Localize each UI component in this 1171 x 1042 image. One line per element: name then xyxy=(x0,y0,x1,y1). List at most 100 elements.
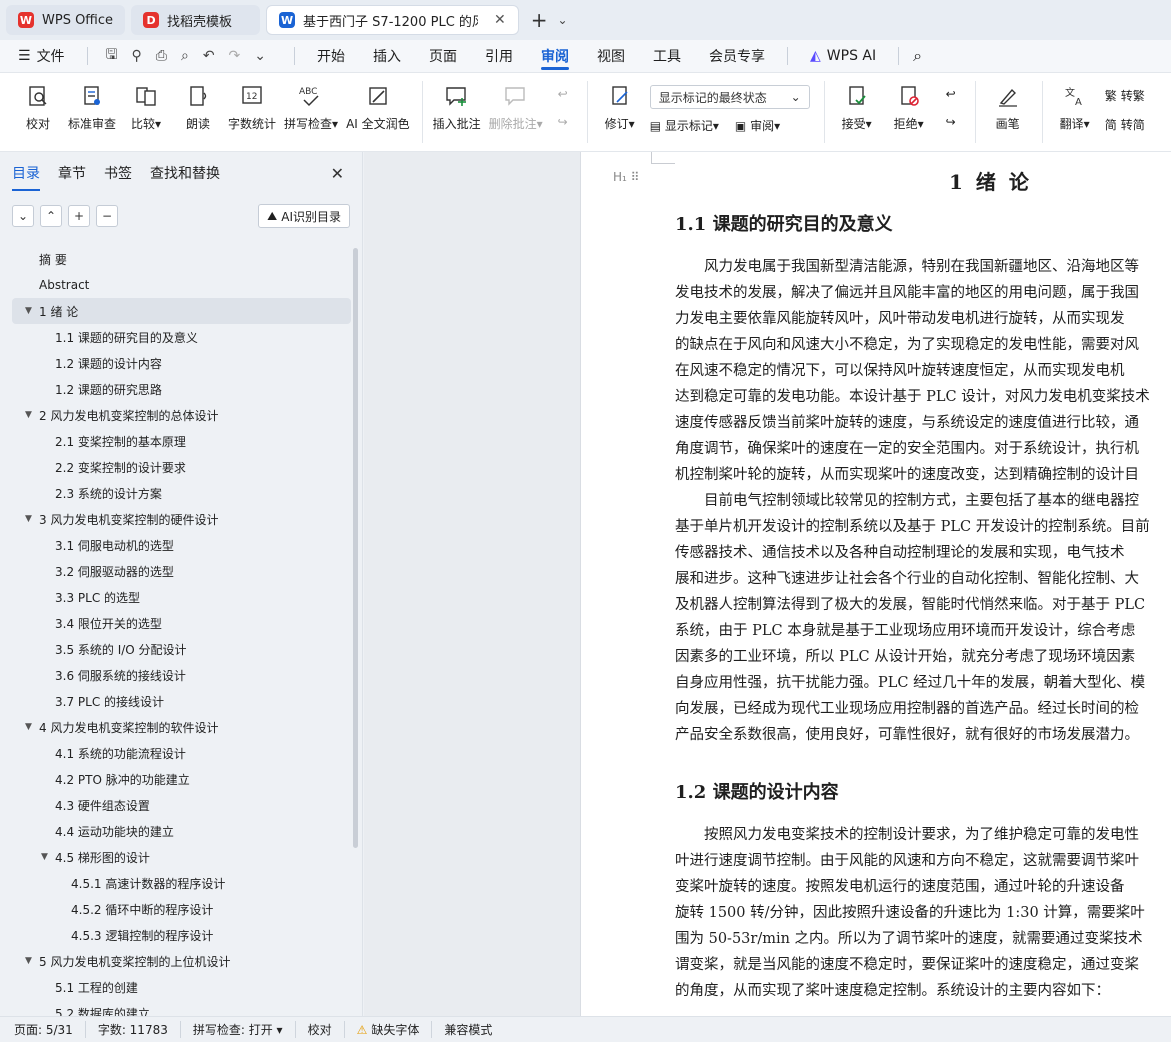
menu-references[interactable]: 引用 xyxy=(471,40,527,72)
toc-item[interactable]: 2.3 系统的设计方案 xyxy=(0,480,355,506)
heading-handle-icon[interactable]: H₁ ⠿ xyxy=(613,170,639,184)
expand-caret-icon[interactable]: ▼ xyxy=(25,410,39,420)
toc-item[interactable]: ▼ 4.5 梯形图的设计 xyxy=(0,844,355,870)
toc-item[interactable]: 4.5.1 高速计数器的程序设计 xyxy=(0,870,355,896)
link-icon[interactable]: ⚲ xyxy=(132,48,142,64)
read-aloud-button[interactable]: 朗读 xyxy=(176,73,220,151)
menu-insert[interactable]: 插入 xyxy=(359,40,415,72)
ai-polish-button[interactable]: AI 全文润色 xyxy=(346,73,410,151)
previous-comment-icon[interactable]: ↩ xyxy=(558,87,568,101)
toc-item[interactable]: 3.5 系统的 I/O 分配设计 xyxy=(0,636,355,662)
menu-view[interactable]: 视图 xyxy=(583,40,639,72)
review-pane-button[interactable]: ▣ 审阅▾ xyxy=(735,117,780,134)
toc-item[interactable]: Abstract xyxy=(0,272,355,298)
expand-caret-icon[interactable]: ▼ xyxy=(25,956,39,966)
collapse-icon[interactable]: ⌄ xyxy=(12,205,34,227)
toc-item[interactable]: ▼ 2 风力发电机变桨控制的总体设计 xyxy=(0,402,355,428)
document-page[interactable]: H₁ ⠿ 1 绪 论 1.1 课题的研究目的及意义 风力发电属于我国新型清洁能源… xyxy=(580,152,1171,1016)
standard-review-button[interactable]: 标准审查 xyxy=(68,73,116,151)
expand-caret-icon[interactable]: ▼ xyxy=(25,722,39,732)
toc-item[interactable]: 4.2 PTO 脉冲的功能建立 xyxy=(0,766,355,792)
toc-item[interactable]: 2.2 变桨控制的设计要求 xyxy=(0,454,355,480)
toc-item[interactable]: ▼ 1 绪 论 xyxy=(12,298,351,324)
to-simplified-button[interactable]: 简转简 xyxy=(1105,116,1145,133)
menu-page[interactable]: 页面 xyxy=(415,40,471,72)
compare-button[interactable]: 比较▾ xyxy=(124,73,168,151)
expand-caret-icon[interactable]: ▼ xyxy=(25,306,39,316)
toc-item[interactable]: 4.5.2 循环中断的程序设计 xyxy=(0,896,355,922)
missing-font-indicator[interactable]: ⚠ 缺失字体 xyxy=(345,1021,433,1038)
remove-heading-icon[interactable]: − xyxy=(96,205,118,227)
reject-button[interactable]: 拒绝▾ xyxy=(887,73,931,151)
add-heading-icon[interactable]: + xyxy=(68,205,90,227)
wps-ai-button[interactable]: ◭ WPS AI xyxy=(796,40,890,72)
toc-item[interactable]: 4.3 硬件组态设置 xyxy=(0,792,355,818)
next-change-icon[interactable]: ↪ xyxy=(946,115,956,129)
spell-check-button[interactable]: ABC 拼写检查▾ xyxy=(284,73,338,151)
page-indicator[interactable]: 页面: 5/31 xyxy=(14,1021,86,1038)
toc-item[interactable]: ▼ 4 风力发电机变桨控制的软件设计 xyxy=(0,714,355,740)
revise-button[interactable]: 修订▾ xyxy=(598,73,642,151)
print-preview-icon[interactable]: ⌕ xyxy=(181,48,189,64)
new-tab-icon[interactable]: + xyxy=(531,8,548,32)
toc-item[interactable]: 4.1 系统的功能流程设计 xyxy=(0,740,355,766)
tab-chapters[interactable]: 章节 xyxy=(58,163,86,183)
toc-item[interactable]: 1.2 课题的设计内容 xyxy=(0,350,355,376)
toc-item[interactable]: 3.1 伺服电动机的选型 xyxy=(0,532,355,558)
spell-check-toggle[interactable]: 拼写检查: 打开 ▾ xyxy=(181,1021,296,1038)
save-icon[interactable]: 🖫 xyxy=(106,44,118,68)
pen-button[interactable]: 画笔 xyxy=(986,73,1030,151)
toc-item[interactable]: 4.5.3 逻辑控制的程序设计 xyxy=(0,922,355,948)
undo-icon[interactable]: ↶ xyxy=(203,48,215,64)
expand-caret-icon[interactable]: ▼ xyxy=(25,514,39,524)
toc-item[interactable]: 摘 要 xyxy=(0,246,355,272)
to-traditional-button[interactable]: 繁转繁 xyxy=(1105,87,1145,104)
file-menu[interactable]: ☰ 文件 xyxy=(14,40,79,72)
tab-template[interactable]: D 找稻壳模板 xyxy=(131,5,261,35)
delete-comment-button[interactable]: 删除批注▾ xyxy=(489,73,543,151)
search-icon[interactable]: ⌕ xyxy=(913,46,922,66)
proofread-indicator[interactable]: 校对 xyxy=(296,1021,345,1038)
translate-button[interactable]: 文A 翻译▾ xyxy=(1053,73,1097,151)
menu-start[interactable]: 开始 xyxy=(303,40,359,72)
tab-find-replace[interactable]: 查找和替换 xyxy=(150,163,220,183)
toc-item[interactable]: 5.1 工程的创建 xyxy=(0,974,355,1000)
toc-item[interactable]: ▼ 3 风力发电机变桨控制的硬件设计 xyxy=(0,506,355,532)
next-comment-icon[interactable]: ↪ xyxy=(558,115,568,129)
toc-item[interactable]: 4.4 运动功能块的建立 xyxy=(0,818,355,844)
close-pane-icon[interactable]: ✕ xyxy=(331,164,344,183)
toc-item[interactable]: 3.4 限位开关的选型 xyxy=(0,610,355,636)
proofread-button[interactable]: 校对 xyxy=(16,73,60,151)
chevron-down-icon[interactable]: ⌄ xyxy=(254,48,266,64)
expand-caret-icon[interactable]: ▼ xyxy=(41,852,55,862)
close-tab-icon[interactable]: ✕ xyxy=(494,12,506,28)
insert-comment-button[interactable]: 插入批注 xyxy=(433,73,481,151)
toc-item[interactable]: ▼ 5 风力发电机变桨控制的上位机设计 xyxy=(0,948,355,974)
menu-member[interactable]: 会员专享 xyxy=(695,40,779,72)
toc-item[interactable]: 1.2 课题的研究思路 xyxy=(0,376,355,402)
toc-item[interactable]: 3.6 伺服系统的接线设计 xyxy=(0,662,355,688)
toc-item[interactable]: 2.1 变桨控制的基本原理 xyxy=(0,428,355,454)
toc-item[interactable]: 1.1 课题的研究目的及意义 xyxy=(0,324,355,350)
menu-tools[interactable]: 工具 xyxy=(639,40,695,72)
previous-change-icon[interactable]: ↩ xyxy=(946,87,956,101)
print-icon[interactable]: ⎙ xyxy=(156,48,167,64)
word-count-indicator[interactable]: 字数: 11783 xyxy=(86,1021,181,1038)
tab-document[interactable]: W 基于西门子 S7-1200 PLC 的风 ✕ xyxy=(266,5,519,35)
markup-mode-select[interactable]: 显示标记的最终状态 ⌄ xyxy=(649,85,810,109)
word-count-button[interactable]: 12 字数统计 xyxy=(228,73,276,151)
toc-item[interactable]: 3.2 伺服驱动器的选型 xyxy=(0,558,355,584)
accept-button[interactable]: 接受▾ xyxy=(835,73,879,151)
menu-review[interactable]: 审阅 xyxy=(527,40,583,72)
redo-icon[interactable]: ↷ xyxy=(229,48,241,64)
expand-up-icon[interactable]: ⌃ xyxy=(40,205,62,227)
ai-toc-button[interactable]: ⛰ AI识别目录 xyxy=(258,204,350,228)
tab-bookmarks[interactable]: 书签 xyxy=(104,163,132,183)
toc-scrollbar[interactable] xyxy=(353,248,358,848)
tab-toc[interactable]: 目录 xyxy=(12,163,40,191)
show-markup-button[interactable]: ▤ 显示标记▾ xyxy=(650,117,719,134)
tab-wps-office[interactable]: W WPS Office xyxy=(6,5,126,35)
toc-item[interactable]: 3.7 PLC 的接线设计 xyxy=(0,688,355,714)
chevron-down-icon[interactable]: ⌄ xyxy=(558,13,568,27)
toc-item[interactable]: 3.3 PLC 的选型 xyxy=(0,584,355,610)
